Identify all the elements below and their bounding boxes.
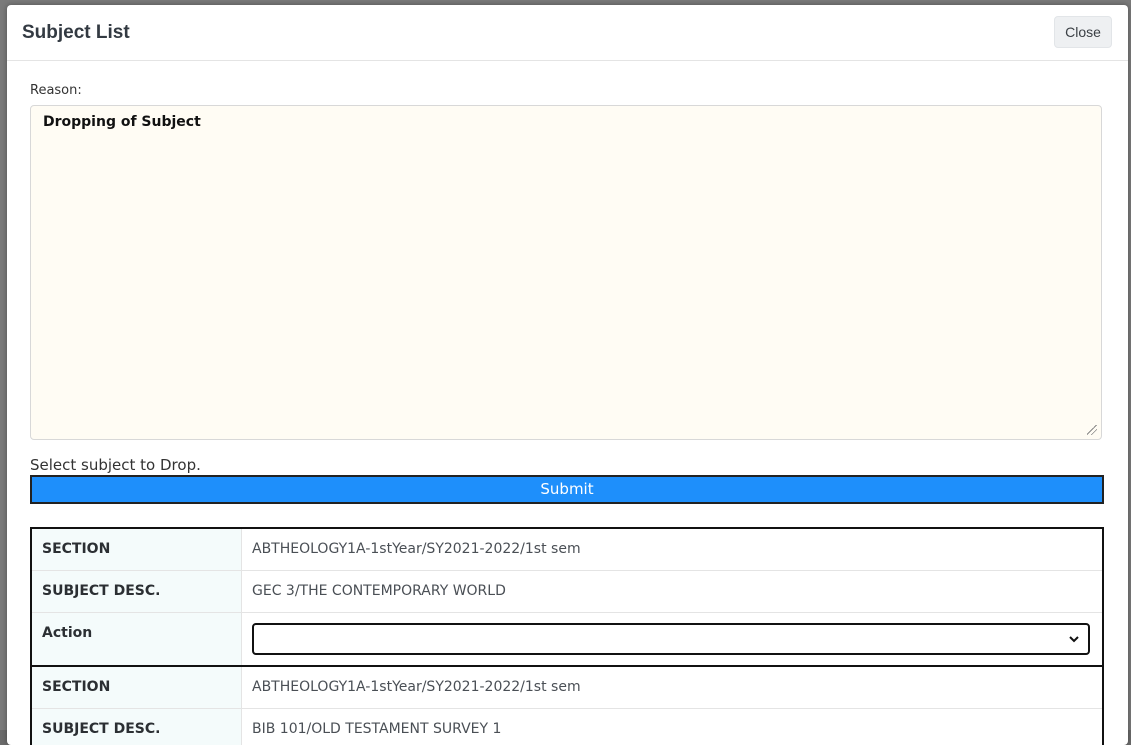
- subject-desc-value: GEC 3/THE CONTEMPORARY WORLD: [252, 583, 506, 599]
- subject-group: SECTION ABTHEOLOGY1A-1stYear/SY2021-2022…: [32, 529, 1102, 667]
- subject-desc-value: BIB 101/OLD TESTAMENT SURVEY 1: [252, 721, 502, 737]
- modal-header: Subject List Close: [7, 5, 1128, 61]
- section-row: SECTION ABTHEOLOGY1A-1stYear/SY2021-2022…: [32, 667, 1102, 709]
- section-value: ABTHEOLOGY1A-1stYear/SY2021-2022/1st sem: [252, 541, 581, 557]
- action-header: Action: [32, 613, 242, 665]
- submit-button[interactable]: Submit: [30, 475, 1104, 504]
- subject-desc-row: SUBJECT DESC. BIB 101/OLD TESTAMENT SURV…: [32, 709, 1102, 745]
- section-header: SECTION: [32, 667, 242, 708]
- resize-grip-icon[interactable]: [1087, 425, 1097, 435]
- subject-list-modal: Subject List Close Reason: Dropping of S…: [7, 5, 1128, 745]
- modal-title: Subject List: [22, 22, 130, 43]
- section-value: ABTHEOLOGY1A-1stYear/SY2021-2022/1st sem: [252, 679, 581, 695]
- action-row: Action: [32, 613, 1102, 665]
- reason-textarea[interactable]: Dropping of Subject: [30, 105, 1102, 440]
- subject-desc-row: SUBJECT DESC. GEC 3/THE CONTEMPORARY WOR…: [32, 571, 1102, 613]
- section-row: SECTION ABTHEOLOGY1A-1stYear/SY2021-2022…: [32, 529, 1102, 571]
- subject-desc-header: SUBJECT DESC.: [32, 571, 242, 612]
- subject-group: SECTION ABTHEOLOGY1A-1stYear/SY2021-2022…: [32, 667, 1102, 745]
- section-header: SECTION: [32, 529, 242, 570]
- reason-label: Reason:: [30, 83, 82, 98]
- reason-text: Dropping of Subject: [43, 114, 201, 130]
- subject-desc-header: SUBJECT DESC.: [32, 709, 242, 745]
- close-button[interactable]: Close: [1054, 16, 1112, 48]
- action-cell: [242, 613, 1102, 665]
- select-hint: Select subject to Drop.: [30, 456, 201, 474]
- action-select[interactable]: [252, 623, 1090, 655]
- subject-table: SECTION ABTHEOLOGY1A-1stYear/SY2021-2022…: [30, 527, 1104, 745]
- chevron-down-icon: [1069, 636, 1079, 643]
